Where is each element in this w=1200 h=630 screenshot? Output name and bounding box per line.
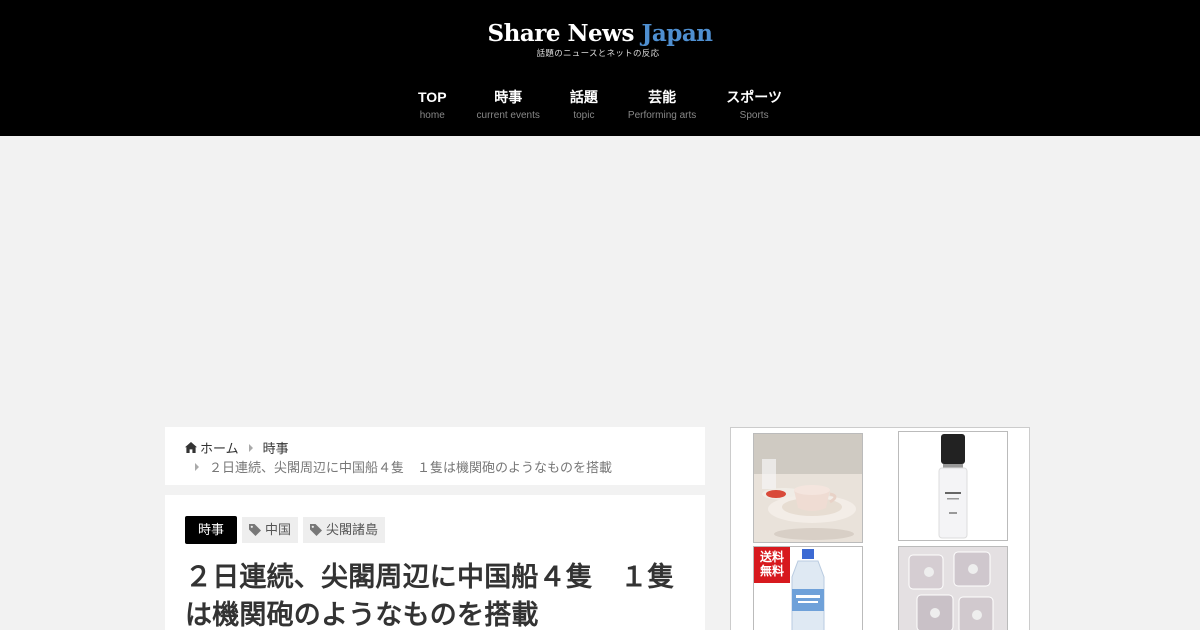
nav-sublabel: Performing arts: [627, 110, 697, 121]
breadcrumb-category-link[interactable]: 時事: [263, 438, 289, 457]
tag-label: 尖閣諸島: [326, 522, 379, 537]
global-nav: TOP home 時事 current events 話題 topic 芸能 P…: [0, 88, 1200, 121]
tag-icon: [310, 524, 323, 536]
nav-item-current-events[interactable]: 時事 current events: [477, 88, 540, 121]
caret-right-icon: [248, 443, 253, 452]
nav-sublabel: Sports: [739, 110, 769, 121]
article-tags: 時事 中国 尖閣諸島: [185, 516, 685, 544]
nav-item-top[interactable]: TOP home: [418, 88, 447, 121]
nav-sublabel: home: [419, 110, 445, 121]
tableware-image: [754, 434, 862, 542]
nav-label: スポーツ: [726, 89, 782, 105]
ice-cubes-image: [899, 547, 1007, 630]
breadcrumb-home-link[interactable]: ホーム: [185, 438, 239, 457]
nav-sublabel: current events: [476, 110, 540, 121]
nav-item-sports[interactable]: スポーツ Sports: [726, 88, 782, 121]
product-thumb-water[interactable]: 送料 無料: [753, 546, 863, 630]
breadcrumb-home-label: ホーム: [200, 441, 239, 456]
sidebar-product-widget: 送料 無料: [730, 427, 1030, 630]
free-shipping-badge: 送料 無料: [754, 547, 790, 583]
site-header: Share News Japan 話題のニュースとネットの反応 TOP home…: [0, 0, 1200, 136]
product-thumb-cosmetic[interactable]: [898, 431, 1008, 541]
nav-label: TOP: [418, 89, 447, 105]
nav-label: 芸能: [648, 89, 677, 105]
category-badge[interactable]: 時事: [185, 516, 238, 544]
badge-line2: 無料: [759, 564, 784, 578]
article-header: 時事 中国 尖閣諸島 ２日連続、尖閣周辺に中国船４隻 １隻は機関砲のようなものを…: [165, 495, 705, 630]
nav-sublabel: topic: [573, 110, 595, 121]
product-thumb-tableware[interactable]: [753, 433, 863, 543]
nav-label: 話題: [569, 89, 598, 105]
breadcrumb-current: ２日連続、尖閣周辺に中国船４隻 １隻は機関砲のようなものを搭載: [209, 460, 613, 475]
article-title: ２日連続、尖閣周辺に中国船４隻 １隻は機関砲のようなものを搭載: [185, 562, 675, 630]
tag-senkaku[interactable]: 尖閣諸島: [303, 517, 386, 543]
breadcrumb: ホーム 時事 ２日連続、尖閣周辺に中国船４隻 １隻は機関砲のようなものを搭載: [165, 427, 705, 485]
logo-tagline: 話題のニュースとネットの反応: [536, 49, 660, 59]
nav-item-topic[interactable]: 話題 topic: [570, 88, 598, 121]
badge-line1: 送料: [759, 550, 784, 564]
site-logo[interactable]: Share News Japan 話題のニュースとネットの反応: [0, 20, 1200, 59]
tag-label: 中国: [265, 522, 292, 537]
nav-item-performing-arts[interactable]: 芸能 Performing arts: [628, 88, 696, 121]
tag-china[interactable]: 中国: [242, 517, 299, 543]
tag-icon: [249, 524, 262, 536]
caret-right-icon: [195, 462, 199, 471]
logo-title-main: Share News: [487, 20, 635, 47]
ad-placeholder: [0, 136, 1200, 426]
cosmetic-bottle-image: [899, 432, 1007, 540]
product-thumb-ice[interactable]: [898, 546, 1008, 630]
home-icon: [185, 442, 197, 453]
logo-title-accent: Japan: [641, 20, 713, 47]
nav-label: 時事: [494, 89, 523, 105]
